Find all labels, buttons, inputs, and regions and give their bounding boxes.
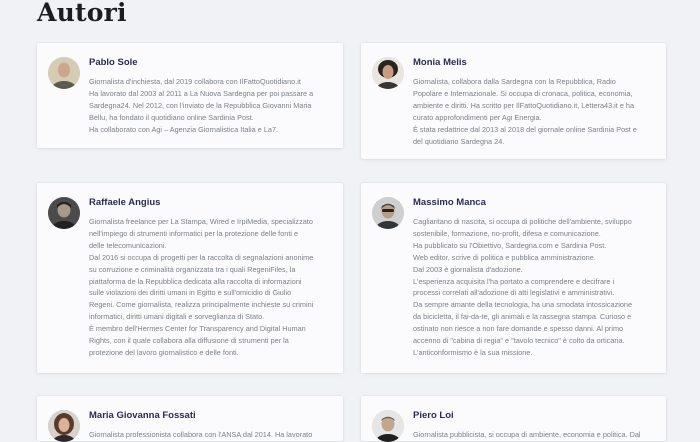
author-card-massimo-manca[interactable]: Massimo Manca Cagliaritano di nascita, s… — [361, 183, 666, 373]
bio-line: È membro dell'Hermes Center for Transpar… — [89, 324, 306, 334]
bio-line: Regeni. Come giornalista, realizza princ… — [89, 300, 314, 310]
bio-line: ostinato non riesce a non fare domande e… — [413, 324, 624, 334]
bio-line: protezione del lavoro giornalistico e de… — [89, 347, 239, 357]
bio-line: Ha lavorato dal 2003 al 2011 a La Nuova … — [89, 88, 314, 98]
author-bio: Giornalista professionista collabora con… — [89, 429, 329, 441]
avatar — [372, 197, 404, 229]
bio-line: Giornalista pubblicista, si occupa di am… — [413, 430, 641, 439]
author-card-maria-giovanna-fossati[interactable]: Maria Giovanna Fossati Giornalista profe… — [37, 396, 343, 442]
author-name[interactable]: Monia Melis — [413, 57, 467, 68]
bio-line: Bellu, ha fondato il quotidiano online S… — [89, 112, 254, 122]
author-name[interactable]: Maria Giovanna Fossati — [89, 410, 196, 421]
bio-line: L'esperienza acquisita l'ha portato a co… — [413, 276, 615, 286]
bio-line: processi correlati all'adozione di atti … — [413, 288, 615, 298]
bio-line: Cagliaritano di nascita, si occupa di po… — [413, 217, 632, 226]
author-card-piero-loi[interactable]: Piero Loi Giornalista pubblicista, si oc… — [361, 396, 666, 442]
bio-line: Ha collaborato con Agi – Agenzia Giornal… — [89, 124, 279, 134]
author-name[interactable]: Piero Loi — [413, 410, 454, 421]
author-bio: Giornalista d'inchiesta, dal 2019 collab… — [89, 76, 329, 136]
bio-line: Dal 2016 si occupa di progetti per la ra… — [89, 252, 314, 262]
bio-line: Dal 2003 è giornalista d'adozione. — [413, 264, 523, 274]
avatar — [48, 57, 80, 89]
bio-line: sostenibile, formazione, no-profit, dife… — [413, 228, 601, 238]
author-name[interactable]: Pablo Sole — [89, 57, 138, 68]
bio-line: Popolare e Internazionale. Si occupa di … — [413, 88, 633, 98]
bio-line: del quotidiano Sardegna 24. — [413, 136, 505, 146]
bio-line: ambiente e diritti. Ha scritto per IlFat… — [413, 100, 635, 110]
bio-line: Giornalista professionista collabora con… — [89, 430, 313, 439]
bio-line: Da sempre amante della tecnologia, ha un… — [413, 300, 633, 310]
bio-line: Giornalista freelance per La Stampa, Wir… — [89, 217, 313, 226]
bio-line: da bicicletta, il fai-da-te, gli animali… — [413, 312, 632, 322]
bio-line: L'anticonformismo è la sua missione. — [413, 347, 533, 357]
author-bio: Giornalista freelance per La Stampa, Wir… — [89, 216, 329, 359]
author-card-raffaele-angius[interactable]: Raffaele Angius Giornalista freelance pe… — [37, 183, 343, 373]
author-bio: Giornalista, collabora dalla Sardegna co… — [413, 76, 652, 147]
author-name[interactable]: Raffaele Angius — [89, 197, 160, 208]
author-bio: Giornalista pubblicista, si occupa di am… — [413, 429, 652, 441]
bio-line: Rights, con il quale collabora alla diff… — [89, 336, 289, 346]
bio-line: curato approfondimenti per Agi Energia. — [413, 112, 542, 122]
bio-line: Giornalista, collabora dalla Sardegna co… — [413, 77, 616, 86]
bio-line: sulle violazioni dei diritti umani in Eg… — [89, 288, 292, 298]
avatar — [48, 197, 80, 229]
author-card-pablo-sole[interactable]: Pablo Sole Giornalista d'inchiesta, dal … — [37, 43, 343, 148]
avatar — [372, 57, 404, 89]
bio-line: Giornalista d'inchiesta, dal 2019 collab… — [89, 77, 301, 86]
bio-line: piattaforma de la Repubblica dedicata al… — [89, 276, 302, 286]
bio-line: accenno di "cabina di regia" e "tavolo t… — [413, 336, 625, 346]
bio-line: su corruzione e criminalità organizzata … — [89, 264, 296, 274]
avatar — [372, 410, 404, 442]
bio-line: informatici, diritti umani digitali e so… — [89, 312, 265, 322]
bio-line: Sardegna24. Nel 2012, con l'inviato de l… — [89, 100, 312, 110]
page-title: Autori — [37, 0, 127, 27]
bio-line: delle telecomunicazioni. — [89, 240, 167, 250]
bio-line: nell'impiego di strumenti informatici pe… — [89, 228, 299, 238]
bio-line: È stata redattrice dal 2013 al 2018 del … — [413, 124, 637, 134]
author-name[interactable]: Massimo Manca — [413, 197, 486, 208]
author-bio: Cagliaritano di nascita, si occupa di po… — [413, 216, 652, 359]
bio-line: Ha pubblicato su l'Obiettivo, Sardegna.c… — [413, 240, 607, 250]
bio-line: Web editor, scrive di politica e pubblic… — [413, 252, 596, 262]
author-card-monia-melis[interactable]: Monia Melis Giornalista, collabora dalla… — [361, 43, 666, 159]
avatar — [48, 410, 80, 442]
